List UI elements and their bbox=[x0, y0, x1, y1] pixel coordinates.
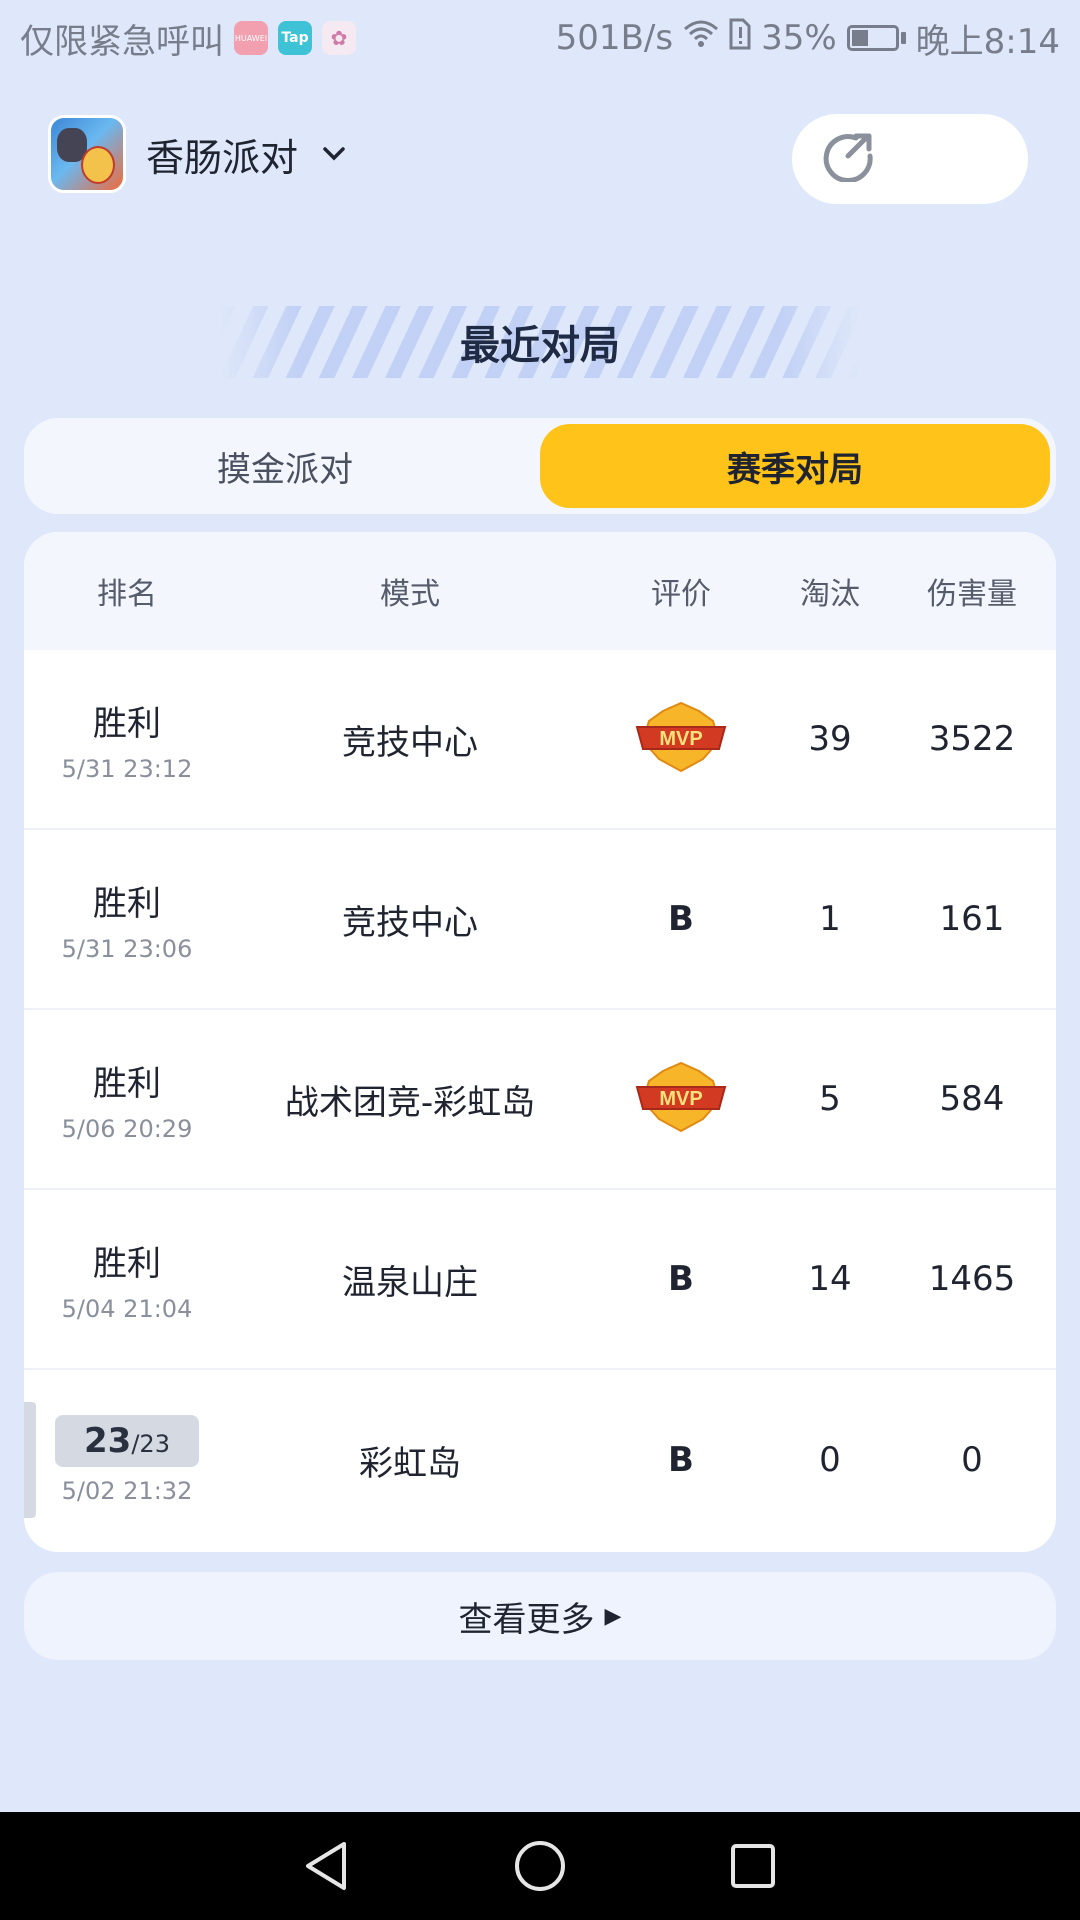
match-time: 5/04 21:04 bbox=[61, 1294, 193, 1323]
match-result: 胜利 bbox=[93, 883, 161, 924]
view-more-button[interactable]: 查看更多 ▶ bbox=[24, 1572, 1056, 1660]
match-time: 5/31 23:06 bbox=[61, 934, 193, 963]
table-row[interactable]: 胜利 5/31 23:12 竞技中心 MVP 39 3522 bbox=[24, 650, 1056, 830]
damage: 3522 bbox=[928, 719, 1016, 759]
rating-grade: B bbox=[668, 899, 694, 939]
rank-number: 23 bbox=[84, 1421, 132, 1461]
taptap-app-icon: Tap bbox=[278, 21, 312, 55]
table-row[interactable]: 胜利 5/31 23:06 竞技中心 B 1 161 bbox=[24, 830, 1056, 1010]
status-right: 501B/s 35% 晚上8:14 bbox=[556, 14, 1060, 63]
share-icon bbox=[822, 132, 876, 186]
section-title: 最近对局 bbox=[460, 323, 620, 369]
clock: 晚上8:14 bbox=[915, 21, 1060, 62]
tab-gold-party[interactable]: 摸金派对 bbox=[30, 424, 540, 508]
header-rating: 评价 bbox=[651, 577, 711, 612]
recents-button[interactable] bbox=[723, 1836, 783, 1896]
sim-alert-icon bbox=[729, 18, 751, 59]
wifi-icon bbox=[683, 18, 719, 58]
match-mode: 温泉山庄 bbox=[342, 1262, 478, 1303]
header-mode: 模式 bbox=[380, 577, 440, 612]
game-logo bbox=[48, 115, 126, 193]
rank-cell: 胜利 5/31 23:12 bbox=[24, 696, 230, 783]
game-selector[interactable]: 香肠派对 bbox=[48, 114, 346, 194]
recents-square-icon bbox=[731, 1844, 776, 1888]
rating-cell: MVP bbox=[590, 1061, 772, 1137]
match-time: 5/31 23:12 bbox=[61, 754, 193, 783]
match-result: 胜利 bbox=[93, 703, 161, 744]
huawei-app-icon: HUAWEI bbox=[234, 21, 268, 55]
eliminations: 39 bbox=[808, 719, 852, 759]
share-button[interactable] bbox=[792, 114, 1028, 204]
header-rank: 排名 bbox=[97, 577, 157, 612]
back-triangle-icon bbox=[305, 1842, 346, 1890]
rank-cell: 胜利 5/31 23:06 bbox=[24, 876, 230, 963]
mvp-badge-icon: MVP bbox=[633, 701, 729, 777]
match-mode: 竞技中心 bbox=[342, 902, 478, 943]
eliminations: 1 bbox=[819, 899, 841, 939]
match-result: 胜利 bbox=[93, 1063, 161, 1104]
home-circle-icon bbox=[514, 1841, 565, 1891]
battery-percent: 35% bbox=[761, 18, 837, 58]
status-left: 仅限紧急呼叫 HUAWEI Tap ✿ bbox=[20, 14, 356, 63]
row-marker bbox=[24, 1402, 36, 1518]
tab-season-matches[interactable]: 赛季对局 bbox=[540, 424, 1050, 508]
rank-badge: 23 /23 bbox=[55, 1415, 199, 1467]
header-eliminations: 淘汰 bbox=[800, 577, 860, 612]
chevron-down-icon bbox=[322, 139, 346, 169]
eliminations: 5 bbox=[819, 1079, 841, 1119]
rating-cell: MVP bbox=[590, 701, 772, 777]
rating-grade: B bbox=[668, 1440, 694, 1480]
match-result: 胜利 bbox=[93, 1243, 161, 1284]
match-time: 5/06 20:29 bbox=[61, 1114, 193, 1143]
game-name: 香肠派对 bbox=[146, 135, 299, 180]
network-speed: 501B/s bbox=[555, 18, 674, 58]
damage: 0 bbox=[961, 1440, 983, 1480]
play-arrow-icon: ▶ bbox=[604, 1603, 622, 1629]
match-mode: 竞技中心 bbox=[342, 722, 478, 763]
battery-icon bbox=[846, 25, 906, 51]
home-button[interactable] bbox=[510, 1836, 570, 1896]
damage: 161 bbox=[939, 899, 1005, 939]
status-bar: 仅限紧急呼叫 HUAWEI Tap ✿ 501B/s 35% 晚上8:14 bbox=[0, 0, 1080, 76]
rating-grade: B bbox=[668, 1259, 694, 1299]
damage: 584 bbox=[939, 1079, 1005, 1119]
table-row[interactable]: 胜利 5/06 20:29 战术团竞-彩虹岛 MVP 5 584 bbox=[24, 1010, 1056, 1190]
carrier-text: 仅限紧急呼叫 bbox=[20, 21, 224, 62]
section-title-banner: 最近对局 bbox=[220, 306, 860, 378]
system-nav-bar bbox=[0, 1812, 1080, 1920]
back-button[interactable] bbox=[297, 1836, 357, 1896]
header-damage: 伤害量 bbox=[927, 577, 1017, 612]
rank-cell: 胜利 5/06 20:29 bbox=[24, 1056, 230, 1143]
table-row[interactable]: 23 /23 5/02 21:32 彩虹岛 B 0 0 bbox=[24, 1370, 1056, 1550]
match-time: 5/02 21:32 bbox=[61, 1477, 193, 1505]
match-mode: 彩虹岛 bbox=[359, 1443, 461, 1484]
match-table: 排名 模式 评价 淘汰 伤害量 胜利 5/31 23:12 竞技中心 MVP 3… bbox=[24, 532, 1056, 1552]
rank-cell: 23 /23 5/02 21:32 bbox=[24, 1415, 230, 1505]
view-more-label: 查看更多 bbox=[458, 1599, 595, 1640]
table-header: 排名 模式 评价 淘汰 伤害量 bbox=[24, 532, 1056, 650]
match-mode: 战术团竞-彩虹岛 bbox=[284, 1082, 536, 1123]
match-type-tabs: 摸金派对 赛季对局 bbox=[24, 418, 1056, 514]
rank-total: /23 bbox=[131, 1430, 170, 1458]
mvp-badge-text: MVP bbox=[659, 728, 702, 750]
damage: 1465 bbox=[928, 1259, 1016, 1299]
eliminations: 0 bbox=[819, 1440, 841, 1480]
mvp-badge-text: MVP bbox=[659, 1088, 702, 1110]
photos-app-icon: ✿ bbox=[322, 21, 356, 55]
mvp-badge-icon: MVP bbox=[633, 1061, 729, 1137]
eliminations: 14 bbox=[808, 1259, 852, 1299]
table-row[interactable]: 胜利 5/04 21:04 温泉山庄 B 14 1465 bbox=[24, 1190, 1056, 1370]
rank-cell: 胜利 5/04 21:04 bbox=[24, 1236, 230, 1323]
